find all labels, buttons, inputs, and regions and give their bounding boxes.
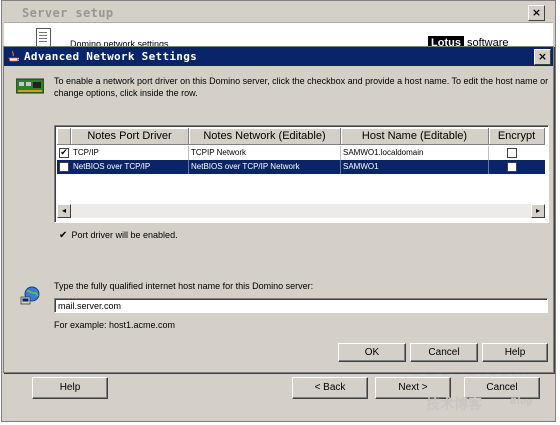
scroll-right-arrow-icon[interactable]: ▸ [531, 204, 545, 218]
host-name-label: Type the fully qualified internet host n… [54, 281, 314, 291]
dialog-cancel-button[interactable]: Cancel [410, 343, 478, 362]
back-label: < Back [314, 382, 346, 393]
globe-computer-icon [20, 286, 40, 305]
watermark-line3: Blog [510, 397, 533, 407]
dialog-title: Advanced Network Settings [24, 50, 198, 63]
outer-help-button[interactable]: Help [32, 377, 108, 399]
table-horizontal-scrollbar[interactable]: ◂ ▸ [57, 204, 545, 218]
outer-title-bar: Server setup × [4, 3, 553, 23]
dialog-help-button[interactable]: Help [482, 343, 548, 362]
java-icon [8, 50, 19, 62]
outer-close-button[interactable]: × [528, 5, 545, 21]
table-row-tcpip[interactable]: ✔ TCP/IP TCPIP Network SAMWO1.localdomai… [57, 146, 545, 160]
row-tcpip-enable-checkbox[interactable]: ✔ [59, 148, 69, 158]
column-header-check [57, 128, 71, 145]
outer-header-banner: Domino network settings Lotus software [4, 23, 553, 50]
row-netbios-enable-checkbox[interactable] [59, 162, 69, 172]
outer-help-label: Help [59, 382, 81, 393]
next-label: Next > [398, 382, 428, 393]
outer-cancel-label: Cancel [486, 382, 518, 393]
watermark-line2: 技术博客 [426, 397, 482, 413]
dialog-ok-button[interactable]: OK [338, 343, 406, 362]
dialog-ok-label: OK [364, 347, 380, 358]
column-header-host-name[interactable]: Host Name (Editable) [341, 128, 489, 145]
table-row-netbios[interactable]: NetBIOS over TCP/IP NetBIOS over TCP/IP … [57, 160, 545, 174]
dialog-help-label: Help [504, 347, 526, 358]
column-header-network[interactable]: Notes Network (Editable) [189, 128, 341, 145]
dialog-close-button[interactable]: × [534, 49, 551, 65]
advanced-network-settings-dialog: Advanced Network Settings × To enable a … [3, 46, 554, 373]
row-tcpip-driver: TCP/IP [71, 146, 189, 160]
network-card-icon [16, 78, 44, 94]
host-name-input[interactable]: mail.server.com [54, 298, 548, 313]
column-header-port-driver[interactable]: Notes Port Driver [71, 128, 189, 145]
row-netbios-encrypt-checkbox[interactable] [507, 162, 517, 172]
status-text: Port driver will be enabled. [71, 230, 178, 240]
port-driver-status: ✔ Port driver will be enabled. [59, 230, 178, 241]
row-netbios-host[interactable]: SAMWO1 [341, 160, 489, 174]
status-check-icon: ✔ [59, 230, 68, 241]
row-tcpip-network[interactable]: TCPIP Network [189, 146, 341, 160]
dialog-cancel-label: Cancel [428, 347, 460, 358]
scroll-left-arrow-icon[interactable]: ◂ [57, 204, 71, 218]
dialog-title-bar[interactable]: Advanced Network Settings × [4, 47, 553, 66]
dialog-description: To enable a network port driver on this … [54, 76, 549, 98]
row-netbios-driver: NetBIOS over TCP/IP [71, 160, 189, 174]
scroll-track[interactable] [71, 204, 531, 218]
back-button[interactable]: < Back [292, 377, 368, 399]
row-netbios-network[interactable]: NetBIOS over TCP/IP Network [189, 160, 341, 174]
row-tcpip-encrypt-checkbox[interactable] [507, 148, 517, 158]
document-icon [36, 28, 51, 47]
port-driver-table: Notes Port Driver Notes Network (Editabl… [54, 125, 549, 223]
outer-window-title: Server setup [22, 6, 114, 20]
column-header-encrypt[interactable]: Encrypt [489, 128, 545, 145]
host-name-example: For example: host1.acme.com [54, 320, 176, 330]
row-tcpip-host[interactable]: SAMWO1.localdomain [341, 146, 489, 160]
